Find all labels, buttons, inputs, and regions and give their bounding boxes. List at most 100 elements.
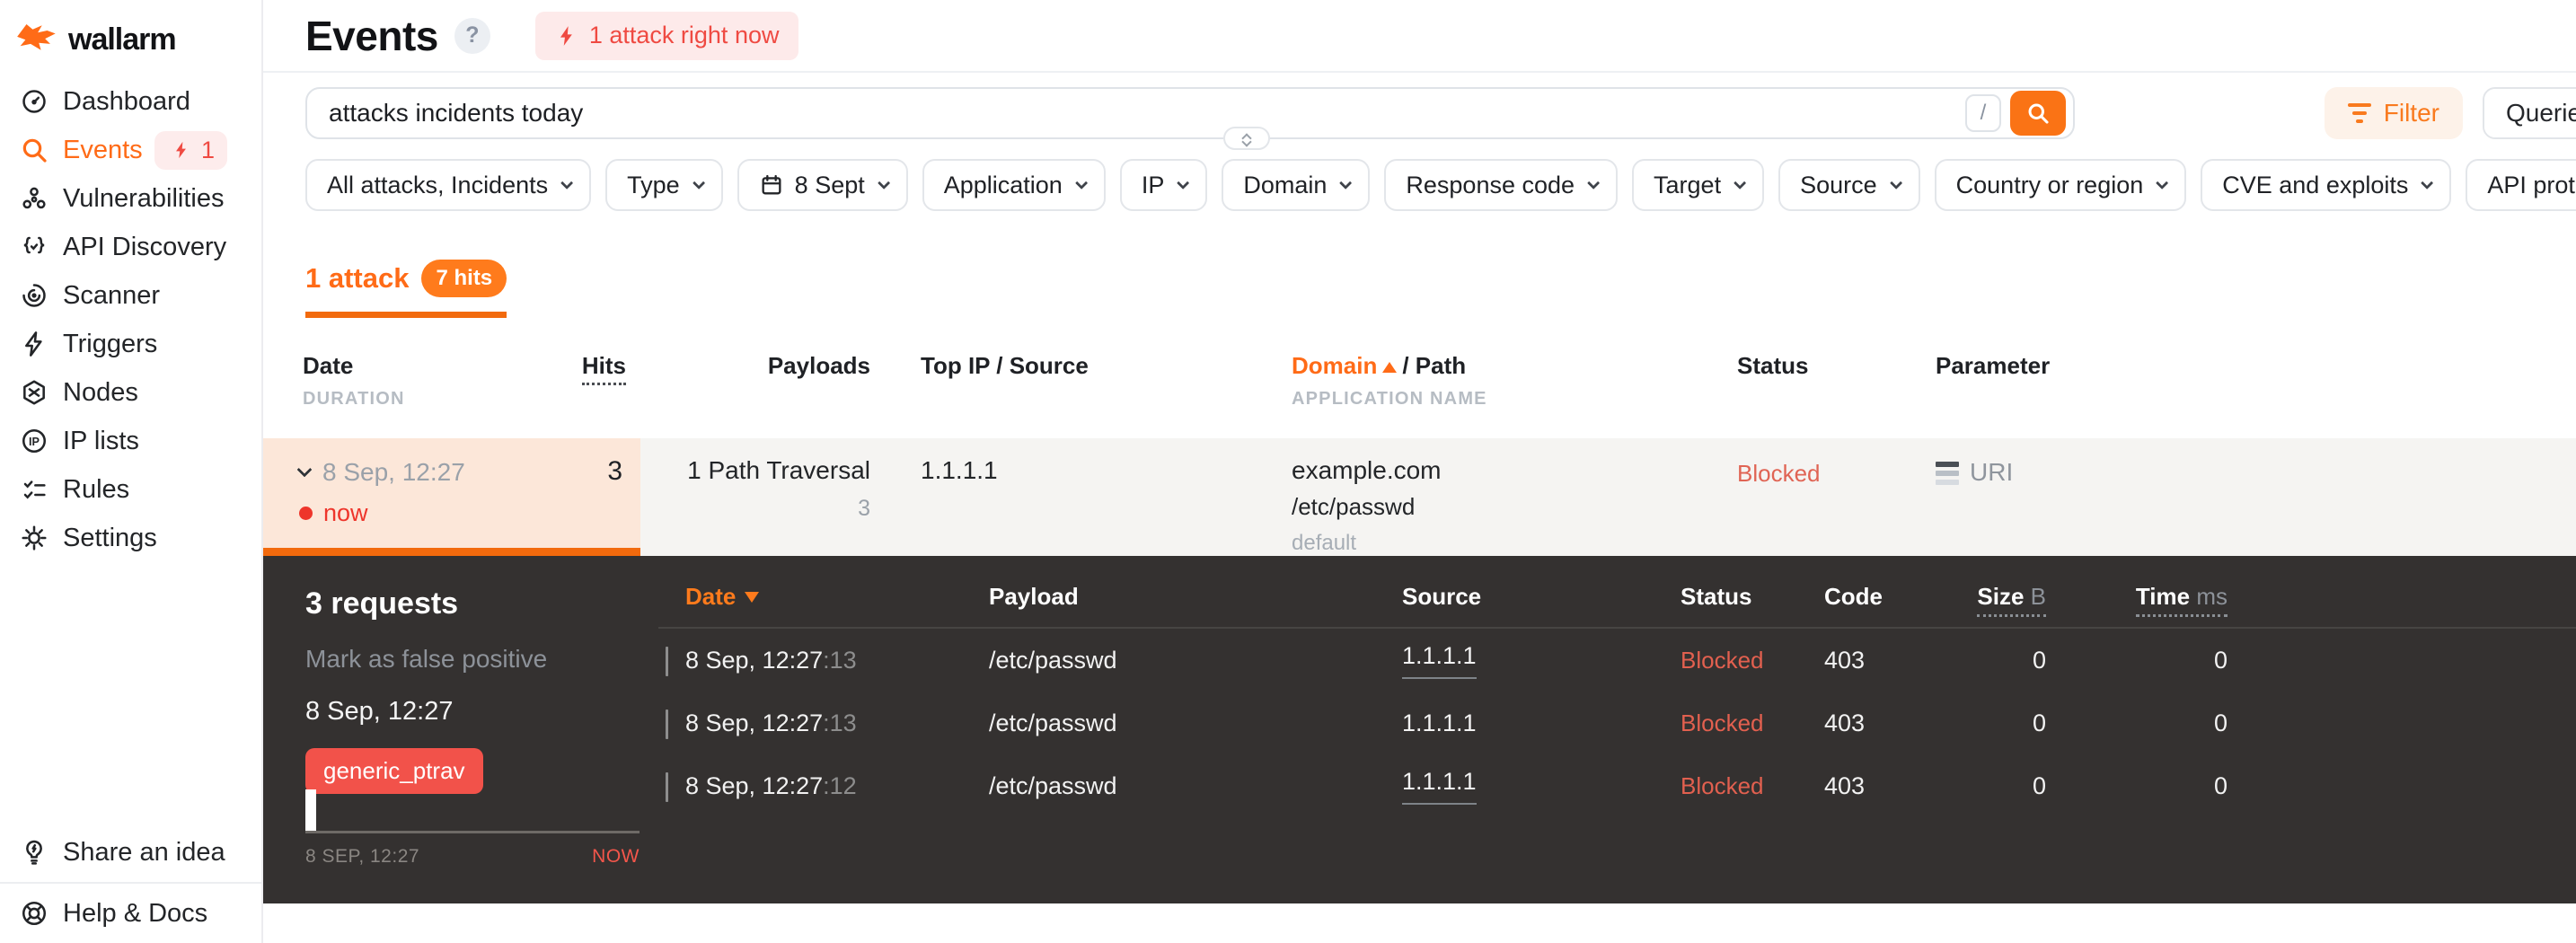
attack-now-badge[interactable]: 1 attack right now: [534, 11, 799, 60]
filter-chip-source[interactable]: Source: [1778, 159, 1920, 211]
expand-chevron-icon[interactable]: [666, 771, 668, 802]
filter-chip-type[interactable]: Type: [605, 159, 723, 211]
rules-checklist-icon: [23, 480, 46, 499]
request-source-ip[interactable]: 1.1.1.1: [1402, 642, 1477, 679]
col-top-ip-source: Top IP / Source: [921, 352, 1089, 379]
col-domain-sorted[interactable]: Domain: [1292, 352, 1377, 379]
search-input[interactable]: [329, 99, 1965, 128]
filter-chip-ip[interactable]: IP: [1119, 159, 1208, 211]
sidebar-item-api-discovery[interactable]: API Discovery: [0, 223, 261, 271]
request-row[interactable]: 8 Sep, 12:27:12 /etc/passwd 1.1.1.1 Bloc…: [658, 754, 2576, 817]
request-row[interactable]: 8 Sep, 12:27:13 /etc/passwd 1.1.1.1 Bloc…: [658, 692, 2576, 754]
col-hits[interactable]: Hits: [581, 352, 626, 385]
request-row[interactable]: 8 Sep, 12:27:13 /etc/passwd 1.1.1.1 Bloc…: [658, 629, 2576, 692]
dashboard-icon: [22, 90, 46, 113]
wallarm-logo[interactable]: wallarm: [0, 0, 261, 57]
filter-chip-row: All attacks, Incidents Type 8 Sept Appli…: [305, 159, 2576, 211]
attack-active-verification-cell[interactable]: [2299, 438, 2576, 556]
sidebar-item-dashboard[interactable]: Dashboard: [0, 77, 261, 126]
queries-group: Queries: [2482, 87, 2576, 139]
lifebuoy-icon: [22, 901, 47, 926]
sidebar-nav: Dashboard Events 1 Vulnerabilities API D…: [0, 77, 261, 562]
attack-top-ip: 1.1.1.1: [921, 456, 998, 484]
chevron-down-icon: [1074, 176, 1089, 189]
chevron-down-icon: [2156, 176, 2169, 189]
filter-chip-api-protocols[interactable]: API protocols: [2466, 159, 2576, 211]
request-size: 0: [2032, 709, 2046, 736]
request-time: 0: [2213, 709, 2228, 736]
request-payload: /etc/passwd: [989, 771, 1117, 799]
request-code: 403: [1824, 646, 1866, 674]
filter-chip-cve[interactable]: CVE and exploits: [2201, 159, 2452, 211]
request-source-ip[interactable]: 1.1.1.1: [1402, 709, 1477, 737]
request-payload: /etc/passwd: [989, 646, 1117, 674]
expand-chevron-icon[interactable]: [666, 709, 668, 739]
queries-dropdown[interactable]: Queries: [2483, 89, 2576, 137]
search-toolbar: Filter Queries Report: [2324, 87, 2576, 139]
request-time: 0: [2213, 771, 2228, 799]
request-status: Blocked: [1681, 646, 1764, 674]
requests-timeline-chart: 8 SEP, 12:27 NOW: [305, 789, 640, 868]
page-title: Events: [305, 12, 438, 59]
chevron-down-icon: [877, 176, 890, 189]
filter-chip-response-code[interactable]: Response code: [1384, 159, 1619, 211]
events-attack-badge: 1: [154, 130, 227, 170]
attack-parameter: URI: [1970, 458, 2014, 486]
attack-hits-count: 3: [607, 456, 622, 486]
col-duration: DURATION: [303, 389, 405, 409]
attack-date-cell[interactable]: 8 Sep, 12:27 now 3: [263, 438, 640, 556]
filter-button[interactable]: Filter: [2324, 87, 2463, 139]
col-request-actions[interactable]: Actions: [2228, 583, 2576, 611]
request-source-ip[interactable]: 1.1.1.1: [1402, 768, 1477, 805]
search-button[interactable]: [2010, 91, 2066, 136]
filter-chip-domain[interactable]: Domain: [1222, 159, 1371, 211]
chevron-down-icon: [1177, 176, 1190, 189]
sidebar-item-settings[interactable]: Settings: [0, 514, 261, 562]
share-an-idea-link[interactable]: Share an idea: [0, 823, 261, 882]
filter-chip-target[interactable]: Target: [1632, 159, 1765, 211]
wallarm-flag-icon: [16, 22, 57, 57]
attack-application: default: [1292, 531, 1357, 555]
col-request-date[interactable]: Date: [685, 583, 964, 611]
col-status: Status: [1737, 352, 1809, 379]
col-date[interactable]: Date: [303, 352, 405, 380]
timeline-now-label: NOW: [592, 846, 640, 867]
sidebar-item-vulnerabilities[interactable]: Vulnerabilities: [0, 174, 261, 223]
details-date: 8 Sep, 12:27: [305, 697, 454, 726]
filter-chip-country[interactable]: Country or region: [1934, 159, 2187, 211]
col-request-size[interactable]: Size B: [1916, 583, 2046, 617]
col-request-time[interactable]: Time ms: [2046, 583, 2228, 617]
chevron-down-icon: [560, 176, 574, 189]
attacks-tab[interactable]: 1 attack 7 hits: [305, 260, 507, 318]
search-icon: [22, 138, 47, 163]
lightning-icon: [560, 25, 572, 46]
svg-text:IP: IP: [29, 436, 40, 448]
attack-payload-count: 3: [858, 496, 870, 521]
scanner-icon: [22, 284, 46, 307]
request-payload: /etc/passwd: [989, 709, 1117, 736]
filter-chip-application[interactable]: Application: [922, 159, 1106, 211]
sidebar-item-ip-lists[interactable]: IP IP lists: [0, 417, 261, 465]
sidebar-item-scanner[interactable]: Scanner: [0, 271, 261, 320]
collapse-chevron-icon[interactable]: [296, 462, 313, 478]
search-section: / Filter Queries: [305, 87, 2576, 150]
mark-false-positive-link[interactable]: Mark as false positive: [305, 645, 658, 674]
help-docs-link[interactable]: Help & Docs: [0, 884, 261, 943]
col-parameter: Parameter: [1936, 352, 2051, 379]
sidebar-item-rules[interactable]: Rules: [0, 465, 261, 514]
search-box: /: [305, 87, 2075, 139]
filter-chip-attacks-incidents[interactable]: All attacks, Incidents: [305, 159, 592, 211]
filter-chip-date[interactable]: 8 Sept: [737, 159, 908, 211]
attack-tag[interactable]: generic_ptrav: [305, 748, 483, 794]
sidebar-item-triggers[interactable]: Triggers: [0, 320, 261, 368]
search-expand-handle[interactable]: [1223, 127, 1270, 150]
attack-row[interactable]: 8 Sep, 12:27 now 3 1 Path Traversal 3 1.…: [263, 438, 2576, 556]
page-header: Events ? 1 attack right now: [263, 0, 2576, 73]
sidebar-item-events[interactable]: Events 1: [0, 126, 261, 174]
gear-icon: [22, 525, 47, 551]
help-icon[interactable]: ?: [454, 17, 490, 54]
filter-icon: [2347, 103, 2371, 123]
sidebar-item-nodes[interactable]: Nodes: [0, 368, 261, 417]
chevron-down-icon: [1587, 176, 1601, 189]
expand-chevron-icon[interactable]: [666, 646, 668, 676]
